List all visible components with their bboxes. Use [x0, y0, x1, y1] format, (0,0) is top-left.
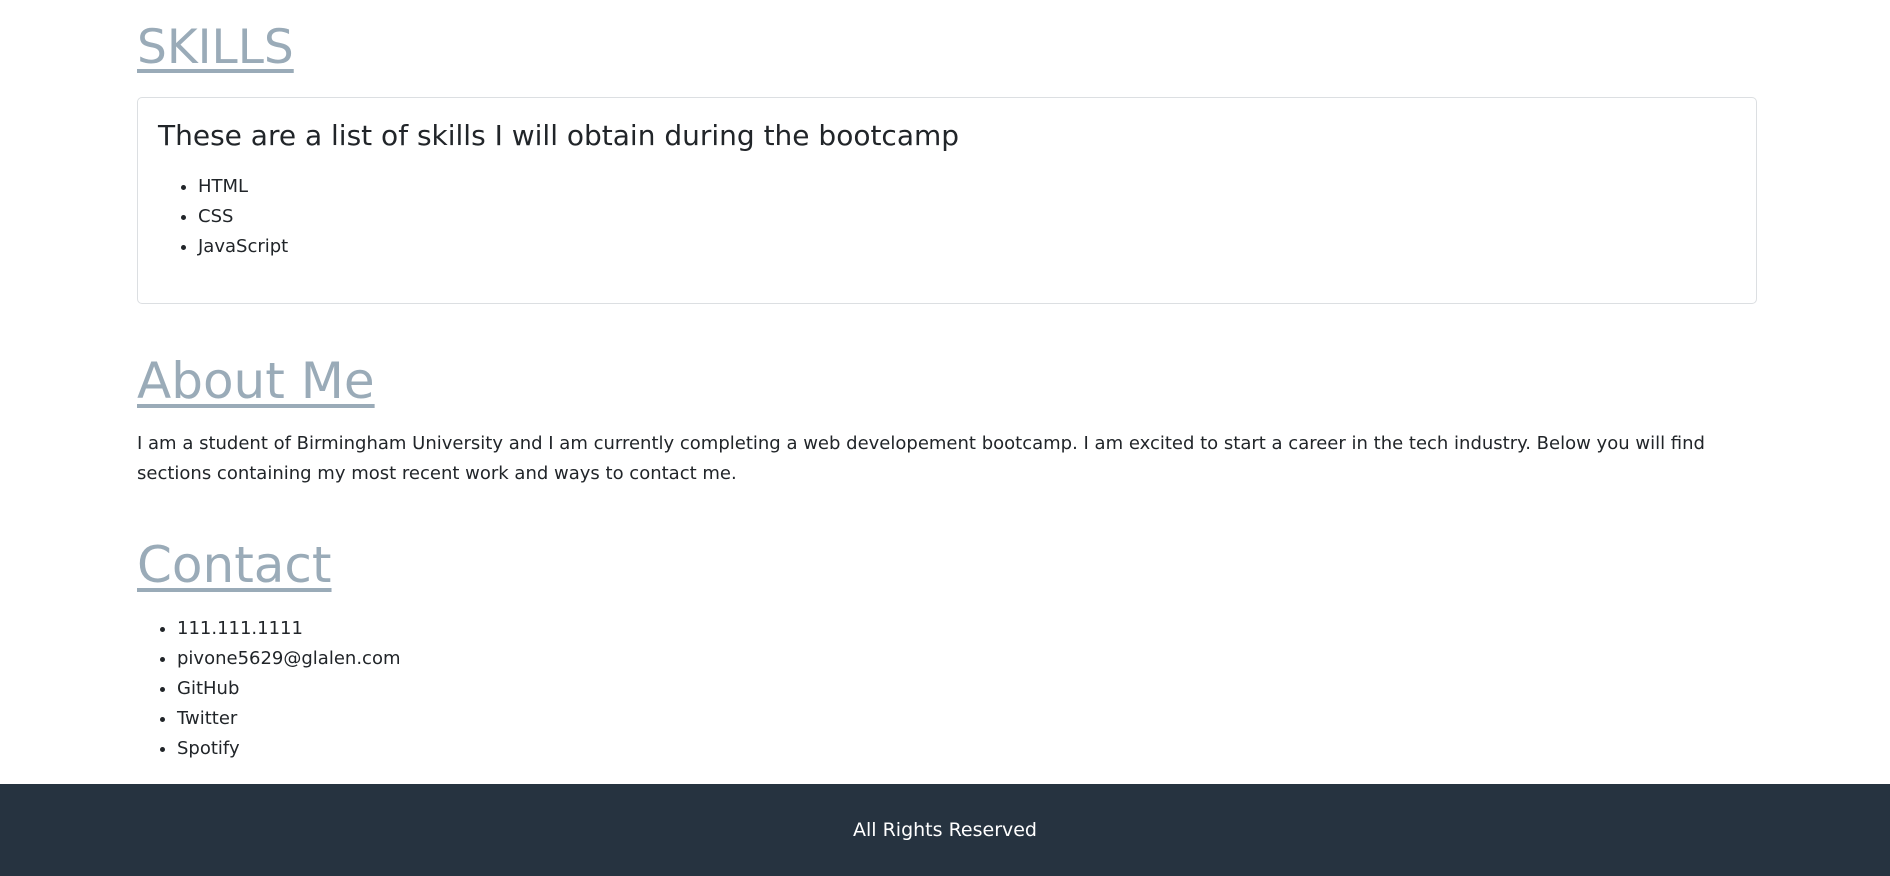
contact-item-email: pivone5629@glalen.com: [177, 644, 401, 674]
contact-item-twitter: Twitter: [177, 704, 401, 734]
skill-item-javascript: JavaScript: [198, 232, 288, 262]
skill-item-html: HTML: [198, 172, 288, 202]
footer-text: All Rights Reserved: [853, 819, 1037, 841]
contact-item-phone: 111.111.1111: [177, 614, 401, 644]
contact-heading[interactable]: Contact: [137, 535, 332, 595]
contact-list: 111.111.1111 pivone5629@glalen.com GitHu…: [137, 614, 401, 764]
skills-card-title: These are a list of skills I will obtain…: [158, 119, 960, 152]
about-heading[interactable]: About Me: [137, 351, 375, 411]
contact-item-github: GitHub: [177, 674, 401, 704]
about-text: I am a student of Birmingham University …: [137, 433, 1705, 484]
skills-list: HTML CSS JavaScript: [158, 172, 288, 262]
skills-card: These are a list of skills I will obtain…: [137, 97, 1757, 304]
skill-item-css: CSS: [198, 202, 288, 232]
skills-heading[interactable]: SKILLS: [137, 18, 294, 78]
page: SKILLS These are a list of skills I will…: [0, 0, 1890, 876]
footer: All Rights Reserved: [0, 784, 1890, 876]
contact-item-spotify: Spotify: [177, 734, 401, 764]
